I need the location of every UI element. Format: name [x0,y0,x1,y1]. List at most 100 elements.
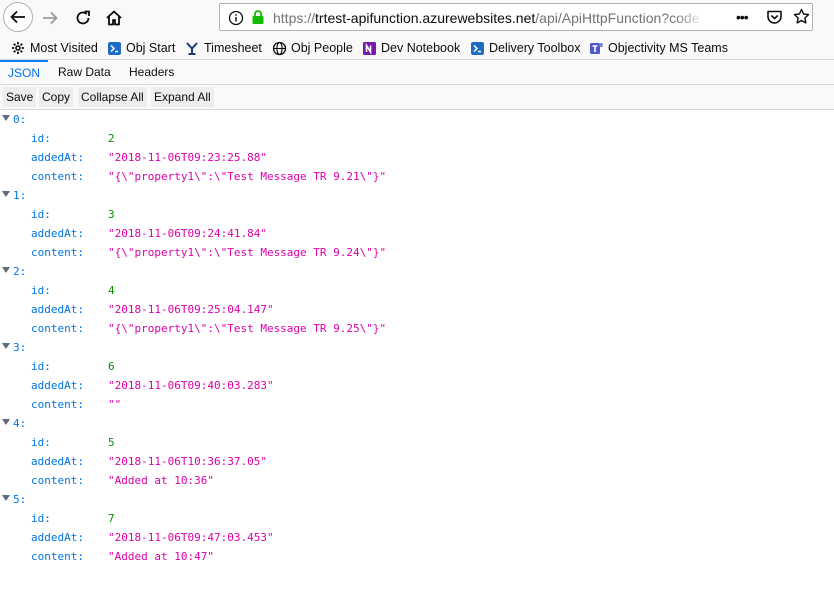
copy-button[interactable]: Copy [39,87,74,107]
url-scheme: https:// [273,10,316,26]
arrow-right-icon [43,11,58,25]
tree-row[interactable]: addedAt: "2018-11-06T09:23:25.88" [0,148,834,167]
tree-row[interactable]: id: 5 [0,433,834,452]
bookmark-star-icon[interactable] [793,8,810,30]
bookmark-most-visited[interactable]: Most Visited [10,38,98,58]
url-text[interactable]: https://trtest-apifunction.azurewebsites… [273,10,703,26]
tree-row-index[interactable]: 3: [0,338,834,357]
array-index: 4: [13,417,27,430]
tree-row[interactable]: id: 4 [0,281,834,300]
tree-row-index[interactable]: 2: [0,262,834,281]
tree-row[interactable]: id: 6 [0,357,834,376]
value-id: 2 [108,132,115,145]
url-host: trtest-apifunction.azurewebsites.net [315,10,536,26]
lock-icon[interactable] [250,9,266,30]
bookmark-label: Objectivity MS Teams [608,41,728,55]
tree-row[interactable]: content: "" [0,395,834,414]
key-added-at: addedAt: [31,303,84,316]
key-content: content: [31,550,84,563]
bookmark-label: Obj People [291,41,353,55]
tree-row[interactable]: addedAt: "2018-11-06T09:47:03.453" [0,528,834,547]
tree-row-index[interactable]: 5: [0,490,834,509]
tree-row[interactable]: id: 7 [0,509,834,528]
teams-icon [588,40,604,56]
tree-row-index[interactable]: 0: [0,110,834,129]
key-added-at: addedAt: [31,455,84,468]
tab-headers[interactable]: Headers [121,60,182,84]
key-id: id: [31,360,51,373]
value-id: 6 [108,360,115,373]
tree-row[interactable]: content: "{\"property1\":\"Test Message … [0,319,834,338]
value-id: 3 [108,208,115,221]
bookmark-obj-start[interactable]: Obj Start [106,38,175,58]
key-content: content: [31,170,84,183]
array-index: 0: [13,113,27,126]
back-button[interactable] [3,2,33,32]
json-viewer-tabs: JSON Raw Data Headers [0,60,834,85]
save-button[interactable]: Save [3,87,37,107]
value-id: 7 [108,512,115,525]
key-content: content: [31,398,84,411]
key-content: content: [31,246,84,259]
bookmark-label: Obj Start [126,41,176,55]
collapse-all-button[interactable]: Collapse All [78,87,147,107]
expand-toggle-icon[interactable] [2,267,10,273]
key-content: content: [31,474,84,487]
pocket-icon[interactable] [766,9,783,30]
bookmark-label: Delivery Toolbox [489,41,581,55]
expand-toggle-icon[interactable] [2,115,10,121]
expand-all-button[interactable]: Expand All [151,87,214,107]
info-icon[interactable] [228,10,244,31]
home-button[interactable] [99,3,129,33]
key-added-at: addedAt: [31,531,84,544]
bookmark-timesheet[interactable]: Timesheet [184,38,262,58]
tree-row[interactable]: content: "Added at 10:36" [0,471,834,490]
expand-toggle-icon[interactable] [2,343,10,349]
bookmark-delivery-toolbox[interactable]: Delivery Toolbox [469,38,580,58]
tree-row[interactable]: content: "Added at 10:47" [0,547,834,566]
bookmark-dev-notebook[interactable]: Dev Notebook [361,38,460,58]
value-added-at: "2018-11-06T09:24:41.84" [108,227,267,240]
tree-row[interactable]: id: 2 [0,129,834,148]
value-content: "{\"property1\":\"Test Message TR 9.21\"… [108,170,387,183]
value-content: "Added at 10:36" [108,474,214,487]
reload-button[interactable] [68,3,98,33]
expand-toggle-icon[interactable] [2,495,10,501]
value-added-at: "2018-11-06T09:23:25.88" [108,151,267,164]
onenote-icon [361,40,377,56]
key-added-at: addedAt: [31,379,84,392]
expand-toggle-icon[interactable] [2,419,10,425]
tree-row[interactable]: addedAt: "2018-11-06T09:24:41.84" [0,224,834,243]
bookmark-label: Dev Notebook [381,41,461,55]
tab-raw-data[interactable]: Raw Data [50,60,119,84]
timesheet-icon [184,40,200,56]
bookmarks-toolbar: Most Visited Obj Start Timesheet Obj Peo… [0,36,834,60]
value-content: "Added at 10:47" [108,550,214,563]
key-added-at: addedAt: [31,227,84,240]
tree-row[interactable]: addedAt: "2018-11-06T09:25:04.147" [0,300,834,319]
navigation-toolbar: https://trtest-apifunction.azurewebsites… [0,0,834,36]
url-bar[interactable]: https://trtest-apifunction.azurewebsites… [219,3,813,31]
tree-row[interactable]: content: "{\"property1\":\"Test Message … [0,243,834,262]
tree-row[interactable]: id: 3 [0,205,834,224]
tree-row[interactable]: addedAt: "2018-11-06T09:40:03.283" [0,376,834,395]
tree-row-index[interactable]: 4: [0,414,834,433]
array-index: 2: [13,265,27,278]
bookmark-obj-people[interactable]: Obj People [271,38,353,58]
expand-toggle-icon[interactable] [2,191,10,197]
tab-json[interactable]: JSON [0,60,49,84]
tree-row[interactable]: addedAt: "2018-11-06T10:36:37.05" [0,452,834,471]
tree-row-index[interactable]: 1: [0,186,834,205]
home-icon [106,10,122,26]
tree-row[interactable]: content: "{\"property1\":\"Test Message … [0,167,834,186]
bookmark-objectivity-ms-teams[interactable]: Objectivity MS Teams [588,38,728,58]
value-id: 5 [108,436,115,449]
key-id: id: [31,132,51,145]
globe-icon [271,40,287,56]
forward-button[interactable] [35,3,65,33]
value-added-at: "2018-11-06T09:25:04.147" [108,303,274,316]
key-added-at: addedAt: [31,151,84,164]
array-index: 1: [13,189,27,202]
page-actions-menu-icon[interactable]: ••• [736,9,749,25]
value-content: "{\"property1\":\"Test Message TR 9.24\"… [108,246,387,259]
